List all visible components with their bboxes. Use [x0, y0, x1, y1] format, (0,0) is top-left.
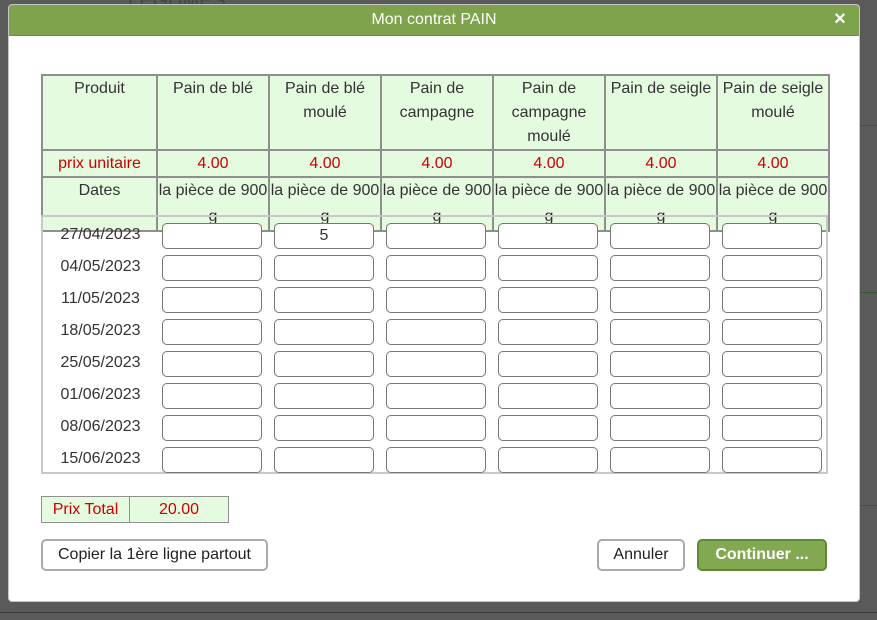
quantity-input[interactable]: [722, 383, 822, 409]
quantity-input[interactable]: [274, 255, 374, 281]
quantity-input[interactable]: [386, 415, 486, 441]
quantity-input[interactable]: [274, 287, 374, 313]
quantity-input[interactable]: [722, 415, 822, 441]
delivery-date: 25/05/2023: [60, 354, 141, 371]
background-divider: [860, 292, 877, 293]
product-price: 4.00: [492, 149, 606, 178]
quantity-input[interactable]: [162, 447, 262, 473]
quantity-input[interactable]: [386, 255, 486, 281]
quantity-input[interactable]: [498, 223, 598, 249]
quantity-input[interactable]: [610, 351, 710, 377]
product-price: 4.00: [716, 149, 830, 178]
product-price: 4.00: [604, 149, 718, 178]
quantity-input[interactable]: [722, 351, 822, 377]
quantity-input[interactable]: [274, 447, 374, 473]
delivery-row: 11/05/2023: [43, 283, 826, 315]
delivery-row: 04/05/2023: [43, 251, 826, 283]
quantity-input[interactable]: [162, 351, 262, 377]
quantity-input[interactable]: [162, 415, 262, 441]
quantity-input[interactable]: [162, 223, 262, 249]
delivery-row: 18/05/2023: [43, 315, 826, 347]
quantity-input[interactable]: [274, 223, 374, 249]
quantity-input[interactable]: [610, 255, 710, 281]
quantity-input[interactable]: [162, 287, 262, 313]
product-price: 4.00: [156, 149, 270, 178]
quantity-input[interactable]: [386, 447, 486, 473]
close-icon[interactable]: ×: [829, 8, 851, 30]
quantity-input[interactable]: [498, 255, 598, 281]
delivery-row: 25/05/2023: [43, 347, 826, 379]
quantity-input[interactable]: [722, 319, 822, 345]
quantity-input[interactable]: [722, 447, 822, 473]
background-divider: [0, 612, 877, 613]
delivery-date: 15/06/2023: [60, 450, 141, 467]
delivery-date: 01/06/2023: [60, 386, 141, 403]
delivery-row: 15/06/2023: [43, 443, 826, 475]
delivery-date: 04/05/2023: [60, 258, 141, 275]
product-name: Pain de seigle moulé: [716, 74, 830, 151]
background-divider: [860, 505, 877, 506]
quantity-input[interactable]: [722, 223, 822, 249]
delivery-date: 27/04/2023: [60, 226, 141, 243]
quantity-input[interactable]: [610, 319, 710, 345]
quantity-input[interactable]: [274, 415, 374, 441]
quantities-grid: 27/04/2023 04/05/2023 11/05/2023 18/05/2023…: [41, 215, 828, 474]
quantity-input[interactable]: [386, 319, 486, 345]
quantity-input[interactable]: [386, 383, 486, 409]
contract-dialog: Mon contrat PAIN × Produit Pain de blé Pa…: [8, 4, 860, 602]
quantity-input[interactable]: [162, 383, 262, 409]
quantity-input[interactable]: [610, 447, 710, 473]
quantity-input[interactable]: [386, 223, 486, 249]
quantity-input[interactable]: [274, 351, 374, 377]
copy-first-row-button[interactable]: Copier la 1ère ligne partout: [41, 539, 268, 571]
delivery-row: 08/06/2023: [43, 411, 826, 443]
quantity-input[interactable]: [162, 255, 262, 281]
quantity-input[interactable]: [498, 351, 598, 377]
quantity-input[interactable]: [610, 223, 710, 249]
cancel-button[interactable]: Annuler: [597, 539, 685, 571]
quantity-input[interactable]: [722, 287, 822, 313]
product-name: Pain de campagne: [380, 74, 494, 151]
delivery-date: 11/05/2023: [61, 290, 140, 307]
continue-button[interactable]: Continuer ...: [697, 539, 827, 571]
product-name: Pain de blé moulé: [268, 74, 382, 151]
products-header-table: Produit Pain de blé Pain de blé moulé Pain…: [41, 74, 830, 232]
dialog-title: Mon contrat PAIN: [371, 11, 497, 28]
quantity-input[interactable]: [498, 415, 598, 441]
quantity-input[interactable]: [386, 351, 486, 377]
delivery-date: 08/06/2023: [60, 418, 141, 435]
quantity-input[interactable]: [498, 447, 598, 473]
product-price: 4.00: [268, 149, 382, 178]
quantity-input[interactable]: [498, 287, 598, 313]
quantity-input[interactable]: [610, 415, 710, 441]
dialog-titlebar[interactable]: Mon contrat PAIN ×: [9, 5, 859, 36]
delivery-row: 01/06/2023: [43, 379, 826, 411]
quantity-input[interactable]: [386, 287, 486, 313]
delivery-date: 18/05/2023: [60, 322, 141, 339]
quantity-input[interactable]: [610, 383, 710, 409]
product-column-header: Produit: [41, 74, 158, 151]
total-label: Prix Total: [41, 496, 130, 523]
quantity-input[interactable]: [274, 383, 374, 409]
quantity-input[interactable]: [498, 383, 598, 409]
quantity-input[interactable]: [162, 319, 262, 345]
product-price: 4.00: [380, 149, 494, 178]
quantity-input[interactable]: [274, 319, 374, 345]
product-name: Pain de campagne moulé: [492, 74, 606, 151]
background-divider: [860, 125, 877, 126]
quantity-input[interactable]: [722, 255, 822, 281]
product-name: Pain de blé: [156, 74, 270, 151]
delivery-row: 27/04/2023: [43, 219, 826, 251]
total-value: 20.00: [129, 496, 229, 523]
product-name: Pain de seigle: [604, 74, 718, 151]
quantity-input[interactable]: [498, 319, 598, 345]
quantity-input[interactable]: [610, 287, 710, 313]
price-row-label: prix unitaire: [41, 149, 158, 178]
